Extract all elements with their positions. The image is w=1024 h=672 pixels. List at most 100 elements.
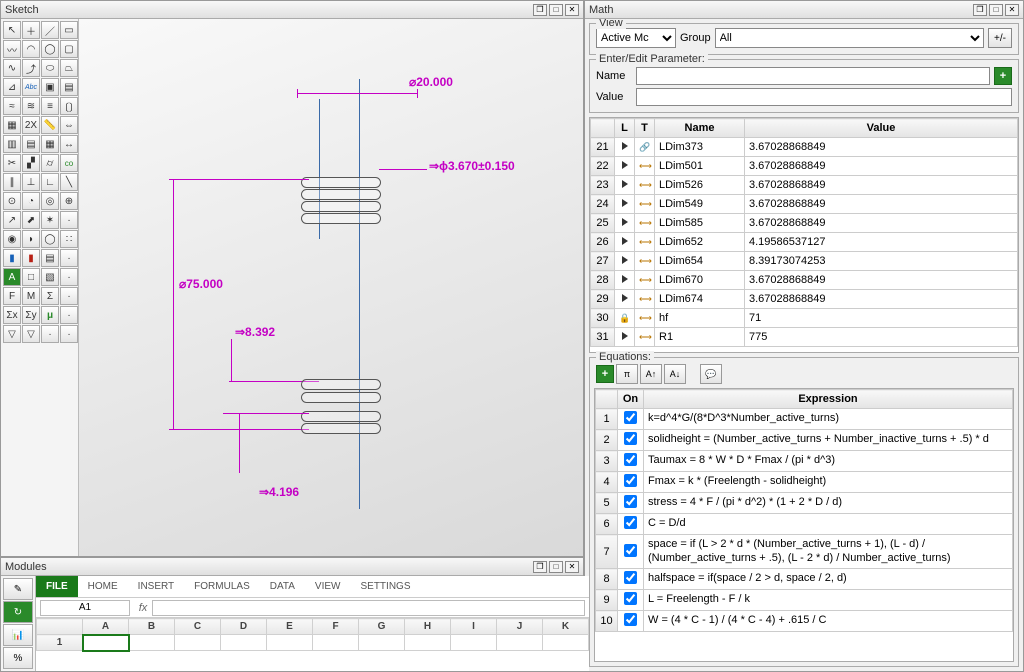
target-icon[interactable]: ⊕	[60, 192, 78, 210]
equation-row[interactable]: 3Taumax = 8 * W * D * Fmax / (pi * d^3)	[596, 451, 1013, 472]
column-header[interactable]: G	[359, 619, 405, 635]
ribbon-tab-settings[interactable]: SETTINGS	[350, 576, 420, 597]
close-icon[interactable]: ✕	[565, 4, 579, 16]
param-value-cell[interactable]: 3.67028868849	[745, 176, 1018, 195]
fx-icon[interactable]: fx	[134, 602, 152, 614]
col-value[interactable]: Value	[745, 119, 1018, 138]
column-header[interactable]: I	[451, 619, 497, 635]
maximize-icon[interactable]: □	[549, 4, 563, 16]
grid-horiz-icon[interactable]: ▤	[22, 135, 40, 153]
cell[interactable]	[451, 635, 497, 651]
param-value-cell[interactable]: 775	[745, 328, 1018, 347]
equation-row[interactable]: 9L = Freelength - F / k	[596, 590, 1013, 611]
parameter-row[interactable]: 29⟷LDim6743.67028868849	[591, 290, 1018, 309]
equation-enabled-checkbox[interactable]	[624, 544, 637, 557]
add-parameter-button[interactable]: +	[994, 67, 1012, 85]
cell[interactable]	[405, 635, 451, 651]
cell[interactable]	[129, 635, 175, 651]
param-value-cell[interactable]: 3.67028868849	[745, 290, 1018, 309]
param-name-cell[interactable]: LDim654	[655, 252, 745, 271]
polyline-icon[interactable]: 〰	[3, 40, 21, 58]
down-tri-icon[interactable]: ▽	[3, 325, 21, 343]
col-name[interactable]: Name	[655, 119, 745, 138]
select-icon[interactable]: ↖	[3, 21, 21, 39]
toggle-pm-button[interactable]: +/-	[988, 28, 1012, 48]
active-model-select[interactable]: Active Mc	[596, 28, 676, 48]
scissors-icon[interactable]: ✂	[3, 154, 21, 172]
brackets-icon[interactable]: 〔〕	[60, 97, 78, 115]
param-value-cell[interactable]: 3.67028868849	[745, 195, 1018, 214]
param-value-cell[interactable]: 71	[745, 309, 1018, 328]
dim-diameter[interactable]: ⇒ϕ3.670±0.150	[429, 159, 515, 173]
cell[interactable]	[313, 635, 359, 651]
equation-expression[interactable]: C = D/d	[644, 514, 1013, 535]
param-name-cell[interactable]: LDim373	[655, 138, 745, 157]
module-tab-1[interactable]: ✎	[3, 578, 33, 600]
param-name-cell[interactable]: LDim526	[655, 176, 745, 195]
param-value-cell[interactable]: 4.19586537127	[745, 233, 1018, 252]
f-icon[interactable]: F	[3, 287, 21, 305]
parameter-row[interactable]: 28⟷LDim6703.67028868849	[591, 271, 1018, 290]
equation-grid[interactable]: On Expression 1k=d^4*G/(8*D^3*Number_act…	[594, 388, 1014, 662]
group-select[interactable]: All	[715, 28, 984, 48]
axis-icon[interactable]: ⊿	[3, 78, 21, 96]
dim-arrows-icon[interactable]: ↔	[60, 135, 78, 153]
col-l[interactable]: L	[615, 119, 635, 138]
equation-enabled-checkbox[interactable]	[624, 474, 637, 487]
column-header[interactable]: F	[313, 619, 359, 635]
param-value-cell[interactable]: 3.67028868849	[745, 138, 1018, 157]
font-larger-button[interactable]: A↑	[640, 364, 662, 384]
spreadsheet-grid[interactable]: ABCDEFGHIJK1	[36, 618, 589, 671]
cell[interactable]	[221, 635, 267, 651]
column-header[interactable]: D	[221, 619, 267, 635]
equation-row[interactable]: 5stress = 4 * F / (pi * d^2) * (1 + 2 * …	[596, 493, 1013, 514]
equation-expression[interactable]: Taumax = 8 * W * D * Fmax / (pi * d^3)	[644, 451, 1013, 472]
col-rownum[interactable]	[596, 390, 618, 409]
param-name-cell[interactable]: LDim549	[655, 195, 745, 214]
module-tab-4[interactable]: %	[3, 647, 33, 669]
sigma-y-icon[interactable]: Σy	[22, 306, 40, 324]
formula-input[interactable]	[152, 600, 585, 616]
image-placeholder-icon[interactable]: ▤	[60, 78, 78, 96]
maximize-icon[interactable]: □	[549, 561, 563, 573]
down-tri2-icon[interactable]: ▽	[22, 325, 40, 343]
equation-expression[interactable]: solidheight = (Number_active_turns + Num…	[644, 430, 1013, 451]
param-name-cell[interactable]: R1	[655, 328, 745, 347]
layers-icon[interactable]: ▤	[41, 249, 59, 267]
maximize-icon[interactable]: □	[989, 4, 1003, 16]
equation-enabled-checkbox[interactable]	[624, 432, 637, 445]
ruler-2x-icon[interactable]: 2X	[22, 116, 40, 134]
add-equation-button[interactable]: +	[596, 365, 614, 383]
blank3-icon[interactable]: ·	[60, 268, 78, 286]
font-smaller-button[interactable]: A↓	[664, 364, 686, 384]
column-header[interactable]: K	[543, 619, 589, 635]
equation-enabled-checkbox[interactable]	[624, 613, 637, 626]
wave-icon[interactable]: ≈	[3, 97, 21, 115]
close-icon[interactable]: ✕	[1005, 4, 1019, 16]
extend-icon[interactable]: ⇔	[60, 116, 78, 134]
coil-segment[interactable]	[301, 411, 381, 422]
parameter-row[interactable]: 24⟷LDim5493.67028868849	[591, 195, 1018, 214]
param-name-cell[interactable]: LDim585	[655, 214, 745, 233]
param-value-input[interactable]	[636, 88, 1012, 106]
equation-expression[interactable]: stress = 4 * F / (pi * d^2) * (1 + 2 * D…	[644, 493, 1013, 514]
sketch-canvas[interactable]: ⌀20.000 ⇒ϕ3.670±0.150 ⌀75.000 ⇒8.392	[79, 19, 583, 556]
equation-row[interactable]: 2solidheight = (Number_active_turns + Nu…	[596, 430, 1013, 451]
blank-icon[interactable]: ·	[60, 211, 78, 229]
diag-icon[interactable]: ╲	[60, 173, 78, 191]
column-header[interactable]: A	[83, 619, 129, 635]
blank4-icon[interactable]: ·	[60, 287, 78, 305]
text-abc-icon[interactable]: Abc	[22, 78, 40, 96]
equation-expression[interactable]: Fmax = k * (Freelength - solidheight)	[644, 472, 1013, 493]
circle-radius-icon[interactable]: ◔	[22, 192, 40, 210]
param-value-cell[interactable]: 3.67028868849	[745, 214, 1018, 233]
param-value-cell[interactable]: 8.39173074253	[745, 252, 1018, 271]
trapezoid-icon[interactable]: ⏢	[60, 59, 78, 77]
col-rownum[interactable]	[591, 119, 615, 138]
parameter-row[interactable]: 26⟷LDim6524.19586537127	[591, 233, 1018, 252]
co-icon[interactable]: co	[60, 154, 78, 172]
param-name-cell[interactable]: LDim670	[655, 271, 745, 290]
ribbon-tab-view[interactable]: VIEW	[305, 576, 351, 597]
equation-enabled-checkbox[interactable]	[624, 516, 637, 529]
restore-icon[interactable]: ❐	[533, 4, 547, 16]
